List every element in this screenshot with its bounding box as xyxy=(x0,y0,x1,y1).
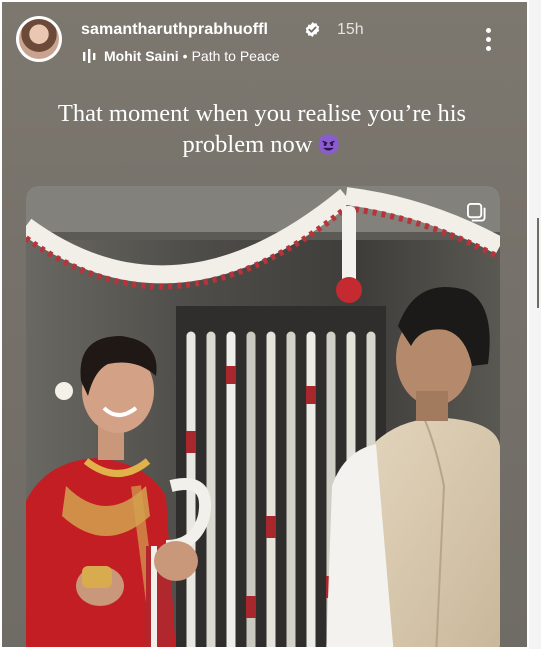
right-edge-panel xyxy=(529,0,541,649)
verified-badge-icon xyxy=(305,22,320,37)
smiling-devil-emoji xyxy=(318,134,340,155)
story-caption: That moment when you realise you’re his … xyxy=(17,98,507,160)
story-viewer: samantharuthprabhuoffl 15h Mohit Saini • P… xyxy=(2,2,527,647)
avatar[interactable] xyxy=(16,16,62,62)
music-bars-icon xyxy=(83,49,96,63)
avatar-image xyxy=(19,19,59,59)
multi-media-icon xyxy=(467,203,486,222)
music-info[interactable]: Mohit Saini • Path to Peace xyxy=(104,48,280,64)
next-story-edge xyxy=(537,218,539,308)
music-artist: Mohit Saini xyxy=(104,48,179,64)
story-photo[interactable] xyxy=(26,186,500,647)
music-separator: • xyxy=(182,48,188,64)
post-time: 15h xyxy=(337,21,364,38)
username[interactable]: samantharuthprabhuoffl xyxy=(81,21,268,39)
more-vertical-icon[interactable] xyxy=(485,28,493,54)
wedding-photo-illustration xyxy=(26,186,500,647)
caption-text: That moment when you realise you’re his … xyxy=(57,100,467,158)
music-track: Path to Peace xyxy=(191,48,280,64)
